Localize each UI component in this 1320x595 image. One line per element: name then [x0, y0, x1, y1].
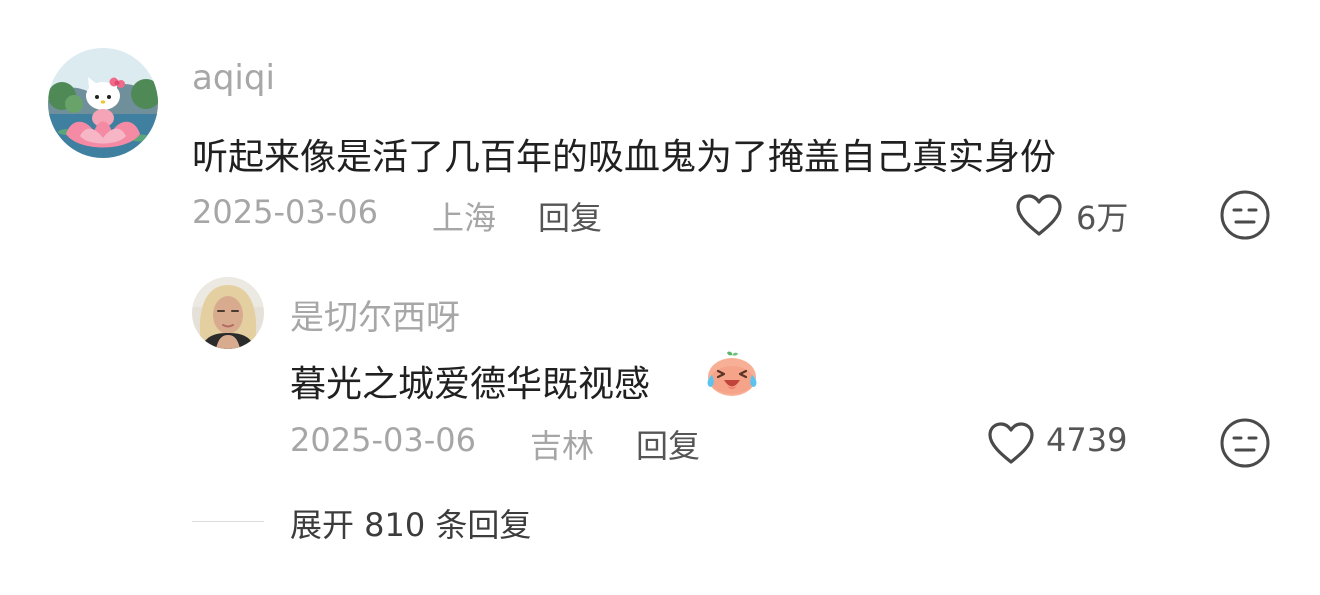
reply-date: 2025-03-06	[290, 421, 476, 459]
comment-text: 听起来像是活了几百年的吸血鬼为了掩盖自己真实身份	[192, 137, 1057, 178]
replier-avatar-image	[192, 277, 264, 349]
commenter-username[interactable]: aqiqi	[192, 58, 275, 98]
comment-like-button[interactable]: 6万	[1012, 190, 1152, 240]
reply-reply-button[interactable]: 回复	[636, 421, 700, 467]
commenter-avatar[interactable]	[48, 48, 158, 158]
expand-divider	[192, 521, 264, 522]
replier-avatar[interactable]	[192, 277, 264, 349]
expand-replies-button[interactable]: 展开 810 条回复	[290, 500, 531, 546]
reply-like-button[interactable]: 4739	[984, 418, 1154, 468]
crying-laughing-peach-emoji	[704, 349, 760, 399]
reply-location: 吉林	[530, 427, 595, 465]
reply-text: 暮光之城爱德华既视感	[290, 364, 651, 405]
reply-dislike-button[interactable]	[1218, 416, 1272, 470]
heart-outline-icon	[1016, 194, 1062, 236]
reply-like-count: 4739	[1046, 421, 1128, 459]
comment-dislike-button[interactable]	[1218, 188, 1272, 242]
comment-like-count: 6万	[1076, 199, 1129, 237]
comment-date: 2025-03-06	[192, 193, 378, 231]
comment-reply-button[interactable]: 回复	[538, 193, 602, 239]
replier-username[interactable]: 是切尔西呀	[290, 290, 460, 339]
heart-outline-icon	[988, 422, 1034, 464]
comment-location: 上海	[432, 199, 497, 237]
neutral-face-icon	[1220, 418, 1270, 468]
neutral-face-icon	[1220, 190, 1270, 240]
hello-kitty-avatar-image	[48, 48, 158, 158]
